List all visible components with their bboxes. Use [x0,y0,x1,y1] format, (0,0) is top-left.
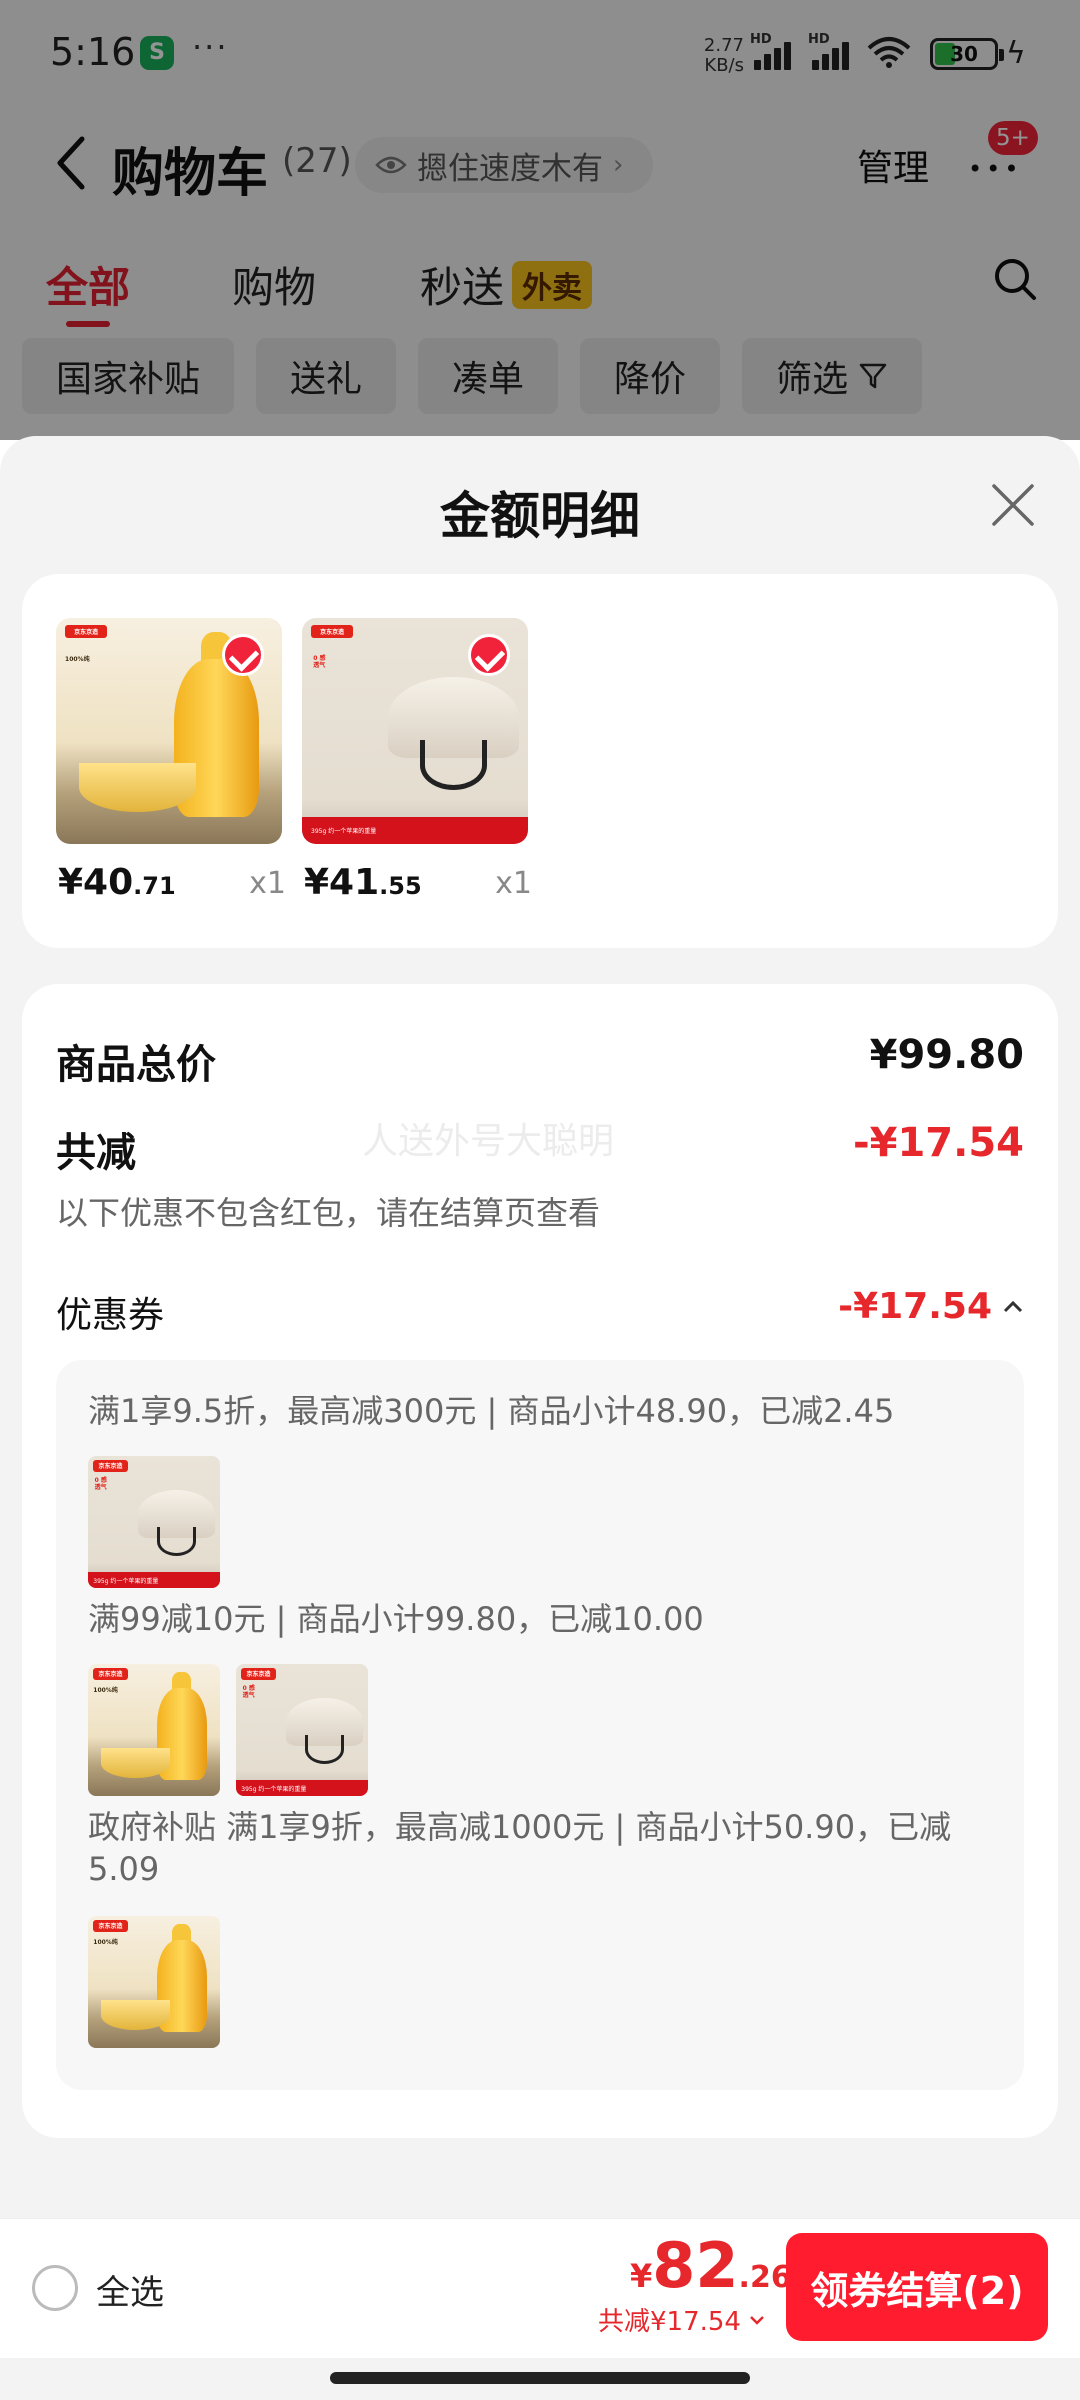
helmet-product-image: 京东京造 0 感透气 395g 约一个苹果的重量 [302,618,528,844]
sheet-title: 金额明细 [440,487,640,545]
modal-overlay[interactable] [0,0,1080,440]
product-item[interactable]: 京东京造 100%纯 ¥40.71 x1 [56,618,286,903]
selected-check-icon [468,634,510,676]
checkout-bar: 全选 ¥82.26 共减¥17.54 领券结算(2) [0,2218,1080,2358]
honey-product-thumbnail: 京东京造 100%纯 [88,1916,220,2048]
product-item[interactable]: 京东京造 0 感透气 395g 约一个苹果的重量 ¥41.55 x1 [302,618,532,903]
coupon-label: 优惠券 [56,1295,165,1336]
coupon-value: -¥17.54 [838,1286,992,1327]
amount-detail-sheet: 金额明细 京东京造 100%纯 ¥40.71 x1 京东京造 0 感透气 395… [0,436,1080,2400]
honey-product-thumbnail: 京东京造 100%纯 [88,1664,220,1796]
total-price-value: ¥99.80 [869,1032,1024,1078]
coupon-line: 满99减10元 | 商品小计99.80，已减10.00 [88,1600,704,1638]
home-indicator[interactable] [330,2372,750,2384]
helmet-product-thumbnail: 京东京造 0 感透气 395g 约一个苹果的重量 [236,1664,368,1796]
selected-products-card: 京东京造 100%纯 ¥40.71 x1 京东京造 0 感透气 395g 约一个… [22,574,1058,948]
coupon-line: 政府补贴 满1享9折，最高减1000元 | 商品小计50.90，已减5.09 [88,1808,952,1888]
honey-product-image: 京东京造 100%纯 [56,618,282,844]
select-all-label[interactable]: 全选 [96,2265,164,2314]
product-qty: x1 [495,866,532,901]
product-price: ¥41.55 [304,862,422,903]
close-icon[interactable] [988,480,1038,530]
total-price-label: 商品总价 [56,1042,216,1088]
discount-note: 以下优惠不包含红包，请在结算页查看 [56,1194,601,1232]
watermark: 人送外号大聪明 [362,1121,615,1162]
saved-amount[interactable]: 共减¥17.54 [598,2301,765,2338]
coupon-line: 满1享9.5折，最高减300元 | 商品小计48.90，已减2.45 [88,1392,895,1430]
checkout-button[interactable]: 领券结算(2) [786,2233,1048,2341]
product-qty: x1 [249,866,286,901]
selected-check-icon [222,634,264,676]
total-amount: ¥82.26 [630,2229,792,2302]
chevron-up-icon [1003,1300,1023,1312]
discount-value: -¥17.54 [853,1120,1024,1166]
coupon-toggle[interactable]: -¥17.54 [838,1286,1024,1327]
coupon-detail-list: 满1享9.5折，最高减300元 | 商品小计48.90，已减2.45 京东京造 0… [56,1360,1024,2090]
price-summary-card: 商品总价 ¥99.80 人送外号大聪明 共减 -¥17.54 以下优惠不包含红包… [22,984,1058,2138]
chevron-down-icon [750,2315,764,2325]
helmet-product-thumbnail: 京东京造 0 感透气 395g 约一个苹果的重量 [88,1456,220,1588]
product-price: ¥40.71 [58,862,176,903]
discount-label: 共减 [56,1130,136,1176]
select-all-radio[interactable] [32,2265,78,2311]
